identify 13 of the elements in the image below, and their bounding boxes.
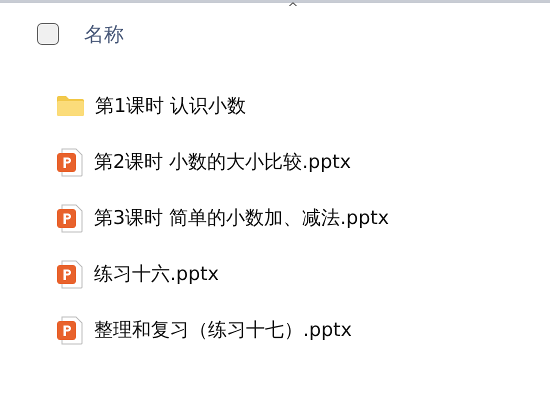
file-name[interactable]: 练习十六.pptx	[94, 261, 219, 287]
sort-indicator[interactable]: ^	[288, 3, 298, 15]
folder-icon	[56, 95, 85, 117]
select-all-checkbox[interactable]	[37, 23, 59, 45]
file-name[interactable]: 整理和复习（练习十七）.pptx	[94, 317, 352, 343]
name-column-header[interactable]: 名称	[84, 20, 124, 48]
presentation-file-icon	[56, 260, 84, 288]
presentation-file-icon	[56, 148, 84, 176]
file-name[interactable]: 第2课时 小数的大小比较.pptx	[94, 149, 351, 175]
file-name[interactable]: 第3课时 简单的小数加、减法.pptx	[94, 205, 389, 231]
presentation-file-icon	[56, 204, 84, 232]
presentation-file-icon	[56, 316, 84, 344]
file-name[interactable]: 第1课时 认识小数	[95, 93, 246, 119]
